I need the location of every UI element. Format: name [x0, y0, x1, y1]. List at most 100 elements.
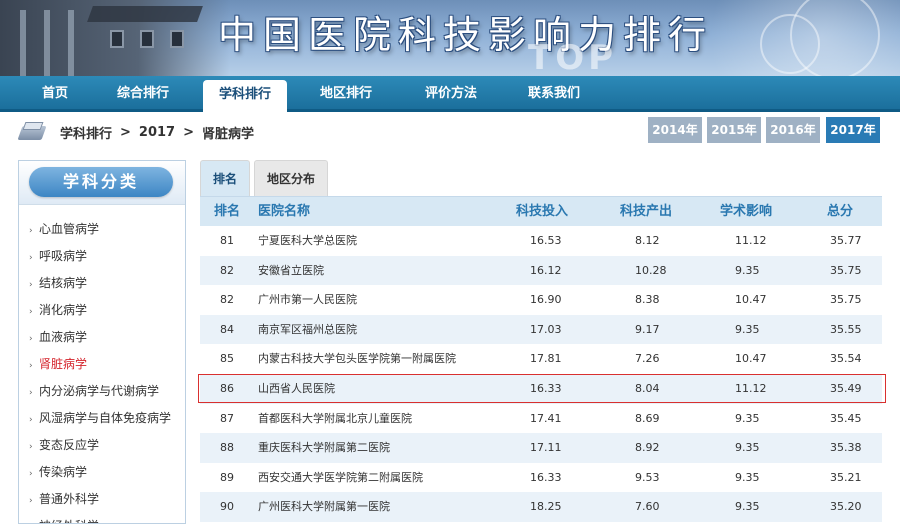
- header-rank: 排名: [214, 204, 241, 219]
- sidebar-item-label: 血液病学: [39, 330, 88, 344]
- cell-total-score: 35.21: [830, 470, 862, 484]
- header-tech-input: 科技投入: [516, 204, 569, 219]
- cell-total-score: 35.45: [830, 411, 862, 425]
- nav-item-contact-us[interactable]: 联系我们: [513, 76, 595, 112]
- year-button-2014[interactable]: 2014年: [648, 117, 702, 143]
- breadcrumb-discipline-ranking[interactable]: 学科排行: [60, 123, 112, 142]
- breadcrumb-year[interactable]: 2017: [139, 125, 175, 140]
- cell-rank: 81: [220, 234, 234, 247]
- tab-region-distribution[interactable]: 地区分布: [254, 160, 328, 196]
- cell-tech-output: 8.12: [635, 234, 660, 247]
- cell-tech-input: 17.03: [530, 322, 562, 336]
- sidebar-header: 学科分类: [19, 161, 185, 205]
- year-button-2015[interactable]: 2015年: [707, 117, 761, 143]
- header-tech-output: 科技产出: [620, 204, 673, 219]
- breadcrumb-separator: >: [120, 124, 131, 140]
- header-total-score: 总分: [827, 204, 854, 219]
- cell-rank: 82: [220, 293, 234, 307]
- cell-hospital-name: 重庆医科大学附属第二医院: [258, 441, 390, 455]
- chevron-right-icon: ›: [29, 361, 33, 371]
- cell-tech-output: 8.04: [635, 382, 660, 395]
- cell-tech-input: 16.90: [530, 293, 562, 307]
- sidebar-title: 学科分类: [29, 167, 173, 197]
- nav-item-region-ranking[interactable]: 地区排行: [306, 76, 386, 112]
- sidebar-item-label: 风湿病学与自体免疫病学: [39, 411, 172, 425]
- table-row[interactable]: 85 内蒙古科技大学包头医学院第一附属医院 17.81 7.26 10.47 35.54: [200, 344, 882, 374]
- sidebar-list: › 心血管病学 › 呼吸病学 › 结核病学 › 消化病学 › 血液病学 › 肾脏病学 › 内分泌病学与代谢…: [19, 205, 185, 523]
- sidebar-item[interactable]: › 风湿病学与自体免疫病学: [19, 405, 185, 432]
- year-button-2016[interactable]: 2016年: [766, 117, 820, 143]
- table-row[interactable]: 86 山西省人民医院 16.33 8.04 11.12 35.49: [200, 374, 882, 404]
- cell-academic-impact: 11.12: [735, 234, 767, 247]
- sidebar-item-label: 神经外科学: [39, 519, 99, 523]
- sidebar-item[interactable]: › 结核病学: [19, 270, 185, 297]
- sidebar-item-label: 呼吸病学: [39, 249, 88, 263]
- cell-tech-output: 8.38: [635, 293, 660, 307]
- cell-tech-output: 10.28: [635, 263, 667, 277]
- cell-total-score: 35.20: [830, 500, 862, 514]
- table-row[interactable]: 82 广州市第一人民医院 16.90 8.38 10.47 35.75: [200, 285, 882, 315]
- cell-rank: 85: [220, 352, 234, 366]
- cell-hospital-name: 西安交通大学医学院第二附属医院: [258, 470, 423, 484]
- sidebar-item-label: 变态反应学: [39, 438, 100, 452]
- chevron-right-icon: ›: [29, 334, 33, 344]
- ranking-table: 排名 医院名称 科技投入 科技产出 学术影响 总分 81 宁夏医科大学总医院 16.…: [200, 196, 882, 522]
- sidebar-item[interactable]: › 内分泌病学与代谢病学: [19, 378, 185, 405]
- table-row[interactable]: 82 安徽省立医院 16.12 10.28 9.35 35.75: [200, 255, 882, 286]
- sidebar-item[interactable]: › 肾脏病学: [19, 351, 185, 378]
- cell-rank: 88: [220, 441, 234, 455]
- cell-total-score: 35.75: [830, 263, 862, 277]
- sidebar-item[interactable]: › 传染病学: [19, 459, 185, 486]
- table-row[interactable]: 88 重庆医科大学附属第二医院 17.11 8.92 9.35 35.38: [200, 433, 882, 463]
- sidebar-item-label: 肾脏病学: [39, 357, 88, 371]
- nav-item-overall-ranking[interactable]: 综合排行: [104, 76, 182, 112]
- table-row[interactable]: 87 首都医科大学附属北京儿童医院 17.41 8.69 9.35 35.45: [200, 403, 882, 434]
- sidebar-item[interactable]: ›神经外科学: [19, 513, 185, 523]
- chevron-right-icon: ›: [29, 388, 33, 398]
- header-banner: 中国医院科技影响力排行 TOP: [0, 0, 900, 76]
- chevron-right-icon: ›: [29, 415, 33, 425]
- table-row[interactable]: 81 宁夏医科大学总医院 16.53 8.12 11.12 35.77: [200, 226, 882, 256]
- sidebar-item[interactable]: › 血液病学: [19, 324, 185, 351]
- cell-tech-input: 17.11: [530, 441, 562, 455]
- sidebar-item-label: 内分泌病学与代谢病学: [39, 384, 160, 398]
- cell-hospital-name: 首都医科大学附属北京儿童医院: [258, 411, 412, 425]
- sidebar-item-label: 消化病学: [39, 303, 88, 317]
- breadcrumb-separator: >: [183, 124, 195, 140]
- cell-hospital-name: 广州医科大学附属第一医院: [258, 500, 390, 514]
- sidebar-item[interactable]: › 普通外科学: [19, 486, 185, 513]
- table-row[interactable]: 84 南京军区福州总医院 17.03 9.17 9.35 35.55: [200, 314, 882, 345]
- cell-academic-impact: 9.35: [735, 470, 760, 484]
- chevron-right-icon: ›: [29, 469, 33, 479]
- book-stack-icon: [17, 121, 48, 143]
- cell-rank: 90: [220, 500, 234, 514]
- cell-tech-output: 7.60: [635, 500, 660, 514]
- nav-item-home[interactable]: 首页: [20, 76, 90, 112]
- table-header: 排名 医院名称 科技投入 科技产出 学术影响 总分: [200, 196, 882, 226]
- cell-tech-input: 18.25: [530, 500, 562, 514]
- cell-tech-output: 9.53: [635, 470, 660, 484]
- cell-total-score: 35.54: [830, 352, 862, 366]
- cell-rank: 84: [220, 322, 234, 336]
- cell-academic-impact: 9.35: [735, 322, 760, 336]
- cell-tech-input: 16.33: [530, 470, 562, 484]
- nav-item-discipline-ranking[interactable]: 学科排行: [203, 80, 287, 112]
- chevron-right-icon: ›: [29, 307, 33, 317]
- cell-total-score: 35.75: [830, 293, 862, 307]
- sidebar-item[interactable]: › 变态反应学: [19, 432, 185, 459]
- sidebar-item-label: 心血管病学: [39, 222, 100, 236]
- nav-item-evaluation-method[interactable]: 评价方法: [410, 76, 492, 112]
- table-row[interactable]: 90 广州医科大学附属第一医院 18.25 7.60 9.35 35.20: [200, 492, 882, 522]
- year-button-2017[interactable]: 2017年: [826, 117, 880, 143]
- sidebar-item-label: 结核病学: [39, 276, 88, 290]
- tab-ranking[interactable]: 排名: [200, 160, 250, 196]
- discipline-sidebar: 学科分类 › 心血管病学 › 呼吸病学 › 结核病学 › 消化病学 › 血液病学 › 肾脏病学 › 内分泌…: [18, 160, 186, 524]
- sidebar-item[interactable]: › 心血管病学: [19, 216, 185, 243]
- sidebar-item[interactable]: › 消化病学: [19, 297, 185, 324]
- cell-rank: 89: [220, 470, 234, 484]
- cell-academic-impact: 9.35: [735, 263, 760, 277]
- cell-academic-impact: 11.12: [735, 382, 767, 395]
- sidebar-item[interactable]: › 呼吸病学: [19, 243, 185, 270]
- table-row[interactable]: 89 西安交通大学医学院第二附属医院 16.33 9.53 9.35 35.21: [200, 462, 882, 493]
- cell-tech-input: 16.53: [530, 234, 562, 247]
